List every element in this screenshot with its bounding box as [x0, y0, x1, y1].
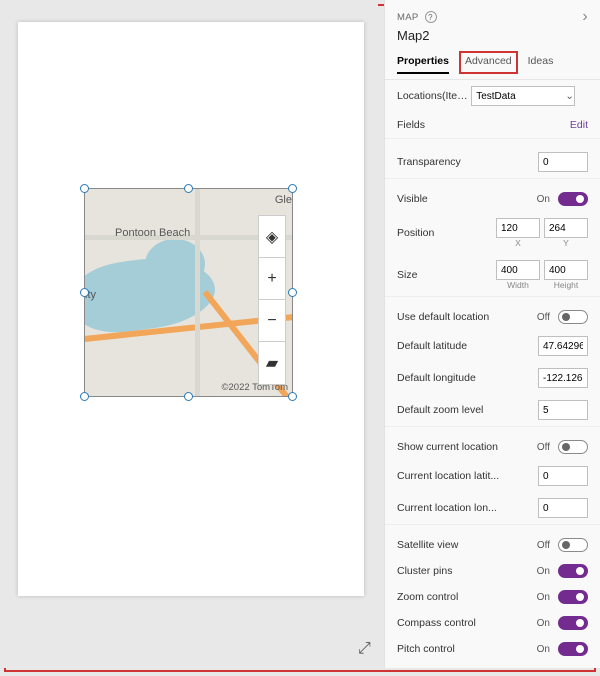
- y-caption: Y: [563, 238, 569, 248]
- pitch-state: On: [537, 644, 550, 655]
- tab-advanced[interactable]: Advanced: [459, 51, 518, 74]
- x-caption: X: [515, 238, 521, 248]
- sat-state: Off: [537, 540, 550, 551]
- size-label: Size: [397, 269, 496, 281]
- show-cur-loc-state: Off: [537, 442, 550, 453]
- zoom-out-button[interactable]: −: [259, 300, 285, 342]
- visible-state-text: On: [537, 194, 550, 205]
- default-latitude-label: Default latitude: [397, 340, 538, 352]
- current-longitude-input[interactable]: [538, 498, 588, 518]
- resize-handle[interactable]: [288, 184, 297, 193]
- compass-state: On: [537, 618, 550, 629]
- position-y-input[interactable]: [544, 218, 588, 238]
- transparency-label: Transparency: [397, 156, 538, 168]
- map-controls-stack: ◈ + − ▰: [258, 215, 286, 385]
- cluster-pins-label: Cluster pins: [397, 565, 537, 577]
- default-zoom-label: Default zoom level: [397, 404, 538, 416]
- use-default-loc-state: Off: [537, 312, 550, 323]
- zoom-control-toggle[interactable]: [558, 590, 588, 604]
- locations-select[interactable]: [471, 86, 575, 106]
- expand-chevron-icon[interactable]: ›: [582, 8, 588, 26]
- resize-handle[interactable]: [288, 392, 297, 401]
- position-label: Position: [397, 227, 496, 239]
- resize-handle[interactable]: [184, 184, 193, 193]
- control-type-label: MAP: [397, 12, 419, 23]
- current-longitude-label: Current location lon...: [397, 502, 538, 514]
- show-current-location-toggle[interactable]: [558, 440, 588, 454]
- show-current-location-label: Show current location: [397, 441, 537, 453]
- satellite-view-label: Satellite view: [397, 539, 537, 551]
- use-default-location-label: Use default location: [397, 311, 537, 323]
- map-edge-label-right: Gle: [275, 194, 292, 206]
- width-caption: Width: [507, 280, 529, 290]
- satellite-view-toggle[interactable]: [558, 538, 588, 552]
- properties-panel: MAP ? › Map2 Properties Advanced Ideas L…: [384, 0, 600, 668]
- tab-properties[interactable]: Properties: [397, 51, 449, 74]
- control-type-header: MAP ? ›: [397, 8, 588, 26]
- compass-control-toggle[interactable]: [558, 616, 588, 630]
- pitch-control-label: Pitch control: [397, 643, 537, 655]
- cluster-state: On: [537, 566, 550, 577]
- size-width-input[interactable]: [496, 260, 540, 280]
- resize-handle[interactable]: [184, 392, 193, 401]
- visible-label: Visible: [397, 193, 537, 205]
- zoom-control-label: Zoom control: [397, 591, 537, 603]
- default-longitude-label: Default longitude: [397, 372, 538, 384]
- control-name[interactable]: Map2: [397, 28, 588, 43]
- default-zoom-input[interactable]: [538, 400, 588, 420]
- fields-edit-link[interactable]: Edit: [570, 119, 588, 131]
- height-caption: Height: [554, 280, 579, 290]
- tab-ideas[interactable]: Ideas: [528, 51, 554, 74]
- current-latitude-input[interactable]: [538, 466, 588, 486]
- locations-label: Locations(Items): [397, 90, 471, 102]
- resize-handle[interactable]: [288, 288, 297, 297]
- app-page[interactable]: Pontoon Beach Gle ity ©2022 TomTom ◈ + −…: [18, 22, 364, 596]
- default-latitude-input[interactable]: [538, 336, 588, 356]
- resize-handle[interactable]: [80, 392, 89, 401]
- canvas-area: Pontoon Beach Gle ity ©2022 TomTom ◈ + −…: [0, 0, 378, 668]
- visible-toggle[interactable]: [558, 192, 588, 206]
- cluster-pins-toggle[interactable]: [558, 564, 588, 578]
- map-control-selected[interactable]: Pontoon Beach Gle ity ©2022 TomTom ◈ + −…: [84, 188, 293, 397]
- transparency-input[interactable]: [538, 152, 588, 172]
- pitch-button[interactable]: ▰: [259, 342, 285, 384]
- canvas-resize-icon[interactable]: ⤢: [358, 640, 371, 658]
- position-x-input[interactable]: [496, 218, 540, 238]
- zoomctl-state: On: [537, 592, 550, 603]
- size-height-input[interactable]: [544, 260, 588, 280]
- map-city-label: Pontoon Beach: [115, 227, 190, 239]
- pitch-control-toggle[interactable]: [558, 642, 588, 656]
- help-icon[interactable]: ?: [425, 11, 437, 23]
- default-longitude-input[interactable]: [538, 368, 588, 388]
- resize-handle[interactable]: [80, 184, 89, 193]
- fields-label: Fields: [397, 119, 570, 131]
- compass-control-label: Compass control: [397, 617, 537, 629]
- use-default-location-toggle[interactable]: [558, 310, 588, 324]
- resize-handle[interactable]: [80, 288, 89, 297]
- zoom-in-button[interactable]: +: [259, 258, 285, 300]
- compass-button[interactable]: ◈: [259, 216, 285, 258]
- current-latitude-label: Current location latit...: [397, 470, 538, 482]
